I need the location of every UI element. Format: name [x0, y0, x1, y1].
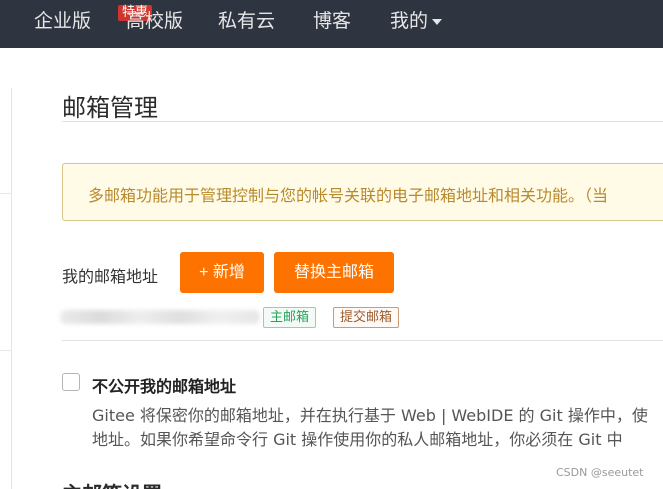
hide-email-checkbox[interactable] [62, 373, 80, 391]
hide-email-description-line-1: Gitee 将保密你的邮箱地址，并在执行基于 Web | WebIDE 的 Gi… [92, 406, 648, 425]
nav-item-education-label: 高校版 [126, 10, 184, 32]
nav-item-education[interactable]: 高校版 [126, 9, 183, 33]
nav-item-blog-label: 博客 [313, 10, 352, 32]
replace-primary-email-button[interactable]: 替换主邮箱 [274, 252, 394, 293]
title-divider [62, 121, 663, 122]
primary-email-tag: 主邮箱 [263, 307, 317, 328]
nav-item-mine-label: 我的 [390, 10, 429, 32]
email-address-redacted [60, 310, 260, 324]
info-notice: 多邮箱功能用于管理控制与您的帐号关联的电子邮箱地址和相关功能。（当 [62, 163, 663, 221]
csdn-watermark: CSDN @seeutet [556, 466, 644, 479]
hide-email-label: 不公开我的邮箱地址 [92, 377, 237, 396]
section-divider [62, 340, 663, 341]
commit-email-tag: 提交邮箱 [333, 307, 400, 328]
hide-email-description-line-2: 地址。如果你希望命令行 Git 操作使用你的私人邮箱地址，你必须在 Git 中 [92, 430, 623, 449]
notice-text: 多邮箱功能用于管理控制与您的帐号关联的电子邮箱地址和相关功能。（当 [88, 186, 609, 205]
sidebar-panel [0, 88, 12, 489]
sidebar-divider [0, 350, 12, 351]
nav-item-blog[interactable]: 博客 [313, 9, 351, 33]
primary-email-settings-heading: 主邮箱设置 [62, 478, 162, 489]
nav-item-mine[interactable]: 我的 [390, 9, 443, 33]
email-address-label: 我的邮箱地址 [62, 267, 159, 286]
sidebar-divider [0, 193, 12, 194]
top-navigation-bar: 企业版 特惠 高校版 私有云 博客 我的 [0, 0, 663, 48]
nav-item-private-cloud-label: 私有云 [218, 10, 276, 32]
page-title: 邮箱管理 [62, 94, 158, 122]
nav-item-private-cloud[interactable]: 私有云 [218, 9, 275, 33]
add-email-button[interactable]: + 新增 [180, 252, 264, 293]
nav-item-enterprise[interactable]: 企业版 特惠 [34, 5, 153, 33]
chevron-down-icon [432, 18, 443, 25]
nav-item-enterprise-label: 企业版 [34, 10, 92, 32]
